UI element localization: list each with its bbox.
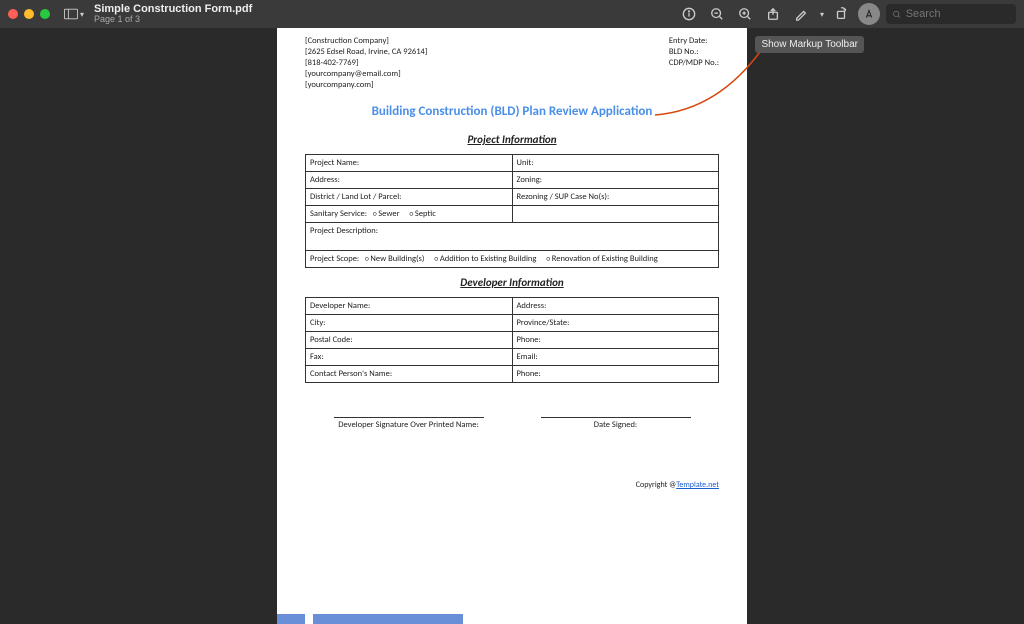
field-email: Email: xyxy=(512,349,719,366)
markup-tooltip: Show Markup Toolbar xyxy=(755,36,864,53)
toolbar: ▾ Simple Construction Form.pdf Page 1 of… xyxy=(0,0,1024,28)
field-province: Province/State: xyxy=(512,315,719,332)
field-dev-address: Address: xyxy=(512,298,719,315)
signature-row: Developer Signature Over Printed Name: D… xyxy=(305,417,719,430)
developer-info-table: Developer Name: Address: City: Province/… xyxy=(305,297,719,383)
option-renovation: Renovation of Existing Building xyxy=(546,254,657,264)
search-icon xyxy=(892,9,902,20)
date-signed-label: Date Signed: xyxy=(594,420,637,430)
pdf-page: [Construction Company] [2625 Edsel Road,… xyxy=(277,28,747,624)
field-district: District / Land Lot / Parcel: xyxy=(306,189,513,206)
field-phone: Phone: xyxy=(512,332,719,349)
company-address: [2625 Edsel Road, Irvine, CA 92614] xyxy=(305,47,427,57)
minimize-window-button[interactable] xyxy=(24,9,34,19)
developer-signature-block: Developer Signature Over Printed Name: xyxy=(334,417,484,430)
field-contact: Contact Person's Name: xyxy=(306,366,513,383)
highlight-icon[interactable] xyxy=(790,3,812,25)
window-controls xyxy=(8,9,50,19)
field-city: City: xyxy=(306,315,513,332)
field-project-scope: Project Scope: New Building(s) Addition … xyxy=(306,251,719,268)
cdp-mdp-label: CDP/MDP No.: xyxy=(669,58,719,68)
template-link[interactable]: Template.net xyxy=(676,480,719,490)
company-email: [yourcompany@email.com] xyxy=(305,69,427,79)
field-unit: Unit: xyxy=(512,155,719,172)
document-viewport[interactable]: [Construction Company] [2625 Edsel Road,… xyxy=(0,28,1024,624)
entry-date-label: Entry Date: xyxy=(669,36,719,46)
header-left: [Construction Company] [2625 Edsel Road,… xyxy=(305,36,427,90)
field-project-name: Project Name: xyxy=(306,155,513,172)
header-info: [Construction Company] [2625 Edsel Road,… xyxy=(305,36,719,90)
maximize-window-button[interactable] xyxy=(40,9,50,19)
field-postal: Postal Code: xyxy=(306,332,513,349)
copyright: Copyright @Template.net xyxy=(305,480,719,490)
sidebar-toggle-button[interactable]: ▾ xyxy=(64,6,84,22)
field-rezoning: Rezoning / SUP Case No(s): xyxy=(512,189,719,206)
header-right: Entry Date: BLD No.: CDP/MDP No.: xyxy=(669,36,719,90)
field-sanitary: Sanitary Service: Sewer Septic xyxy=(306,206,513,223)
option-addition: Addition to Existing Building xyxy=(434,254,536,264)
document-title-block: Simple Construction Form.pdf Page 1 of 3 xyxy=(94,3,252,25)
rotate-icon[interactable] xyxy=(830,3,852,25)
company-name: [Construction Company] xyxy=(305,36,427,46)
field-dev-name: Developer Name: xyxy=(306,298,513,315)
zoom-in-icon[interactable] xyxy=(734,3,756,25)
option-sewer: Sewer xyxy=(373,209,400,219)
section-project-info-heading: Project Information xyxy=(305,133,719,146)
field-project-description: Project Description: xyxy=(306,223,719,251)
field-address: Address: xyxy=(306,172,513,189)
field-phone2: Phone: xyxy=(512,366,719,383)
chevron-down-icon: ▾ xyxy=(80,10,84,19)
company-phone: [818-402-7769] xyxy=(305,58,427,68)
date-signed-block: Date Signed: xyxy=(541,417,691,430)
project-info-table: Project Name: Unit: Address: Zoning: Dis… xyxy=(305,154,719,268)
bld-no-label: BLD No.: xyxy=(669,47,719,57)
dev-signature-label: Developer Signature Over Printed Name: xyxy=(338,420,478,430)
footer-decoration xyxy=(277,614,463,624)
close-window-button[interactable] xyxy=(8,9,18,19)
field-zoning: Zoning: xyxy=(512,172,719,189)
markup-toolbar-button[interactable] xyxy=(858,3,880,25)
search-box[interactable] xyxy=(886,4,1016,24)
field-sanitary-blank xyxy=(512,206,719,223)
page-indicator: Page 1 of 3 xyxy=(94,15,252,25)
document-main-title: Building Construction (BLD) Plan Review … xyxy=(305,104,719,119)
highlight-dropdown-icon[interactable]: ▾ xyxy=(820,10,824,19)
section-developer-info-heading: Developer Information xyxy=(305,276,719,289)
zoom-out-icon[interactable] xyxy=(706,3,728,25)
option-septic: Septic xyxy=(409,209,435,219)
option-new-building: New Building(s) xyxy=(365,254,424,264)
info-icon[interactable] xyxy=(678,3,700,25)
search-input[interactable] xyxy=(906,8,1010,20)
share-icon[interactable] xyxy=(762,3,784,25)
company-website: [yourcompany.com] xyxy=(305,80,427,90)
field-fax: Fax: xyxy=(306,349,513,366)
